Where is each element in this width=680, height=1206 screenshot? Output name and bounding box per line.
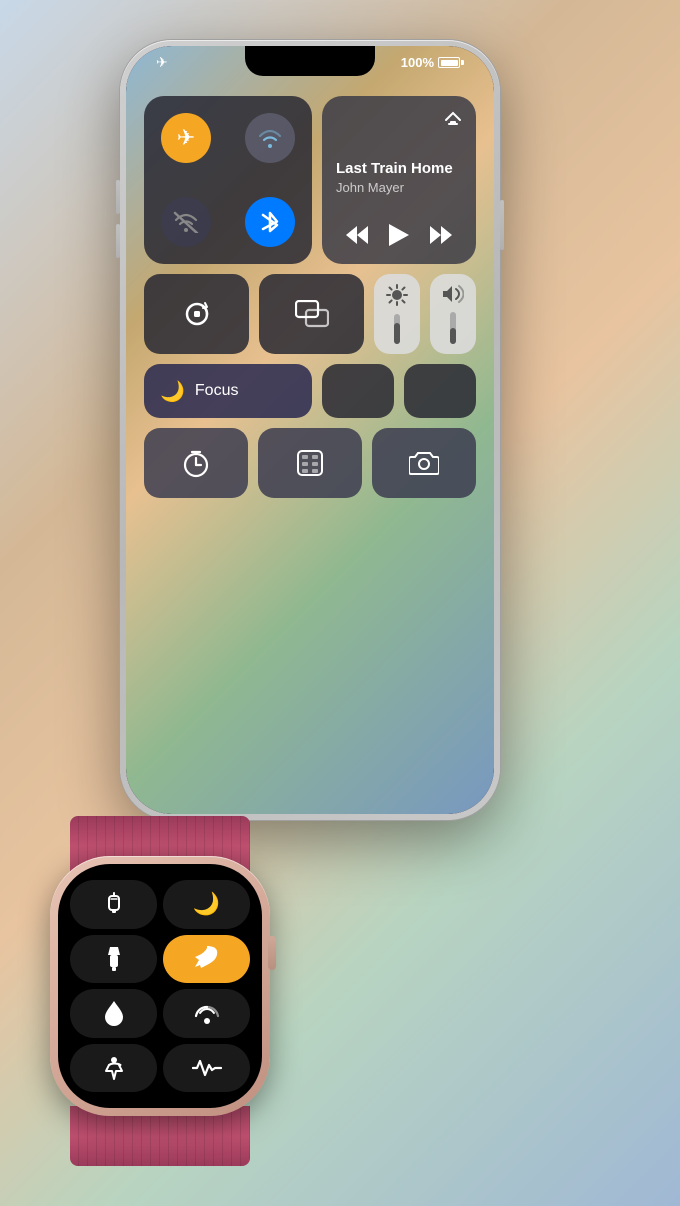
airplay-icon[interactable] (444, 108, 462, 131)
bottom-row (144, 428, 476, 498)
media-artist: John Mayer (336, 180, 462, 195)
prev-button[interactable] (346, 226, 368, 250)
focus-row: 🌙 Focus (144, 364, 476, 418)
airplane-mode-tile[interactable]: ✈ (144, 96, 228, 180)
camera-tile[interactable] (372, 428, 476, 498)
airplane-mode-icon: ✈ (156, 54, 168, 71)
battery-icon (438, 57, 464, 68)
apple-watch-device: 🌙 (30, 836, 290, 1146)
watch-water-tile[interactable] (70, 989, 157, 1038)
empty-tile-2 (404, 364, 476, 418)
next-button[interactable] (430, 226, 452, 250)
watch-airplay-tile[interactable] (163, 989, 250, 1038)
media-header (336, 108, 462, 131)
scene: ✈ 100% (0, 0, 680, 1206)
watch-control-grid: 🌙 (70, 880, 250, 1092)
watch-flashlight-tile[interactable] (70, 935, 157, 984)
top-row: ✈ (144, 96, 476, 264)
battery-percent: 100% (401, 55, 434, 70)
watch-crown[interactable] (268, 936, 276, 970)
mid-row (144, 274, 476, 354)
play-button[interactable] (389, 224, 409, 252)
moon-icon: 🌙 (160, 379, 185, 404)
power-button[interactable] (500, 200, 504, 250)
iphone-inner: ✈ 100% (126, 46, 494, 814)
iphone-device: ✈ 100% (120, 40, 500, 820)
media-controls (336, 224, 462, 252)
bluetooth-tile[interactable] (228, 180, 312, 264)
watch-airplane-tile[interactable] (163, 935, 250, 984)
media-info: Last Train Home John Mayer (336, 131, 462, 224)
media-title: Last Train Home (336, 160, 462, 178)
focus-label: Focus (195, 382, 239, 400)
watch-accessibility-tile[interactable] (70, 1044, 157, 1093)
watch-screen: 🌙 (58, 864, 262, 1108)
watch-activity-tile[interactable] (163, 1044, 250, 1093)
calculator-tile[interactable] (258, 428, 362, 498)
focus-tile[interactable]: 🌙 Focus (144, 364, 312, 418)
volume-down-button[interactable] (116, 224, 120, 258)
status-right: 100% (401, 55, 464, 70)
watch-walkie-tile[interactable] (70, 880, 157, 929)
volume-up-button[interactable] (116, 180, 120, 214)
watch-moon-tile[interactable]: 🌙 (163, 880, 250, 929)
notch (245, 46, 375, 76)
timer-tile[interactable] (144, 428, 248, 498)
watch-case: 🌙 (50, 856, 270, 1116)
iphone-screen: ✈ 100% (126, 46, 494, 814)
media-player-tile: Last Train Home John Mayer (322, 96, 476, 264)
volume-slider[interactable] (430, 274, 476, 354)
rotation-lock-tile[interactable] (144, 274, 249, 354)
screen-mirror-tile[interactable] (259, 274, 364, 354)
brightness-slider[interactable] (374, 274, 420, 354)
empty-tile-1 (322, 364, 394, 418)
network-group: ✈ (144, 96, 312, 264)
control-center: ✈ (144, 96, 476, 498)
wifi-tile[interactable] (228, 96, 312, 180)
cellular-tile[interactable] (144, 180, 228, 264)
